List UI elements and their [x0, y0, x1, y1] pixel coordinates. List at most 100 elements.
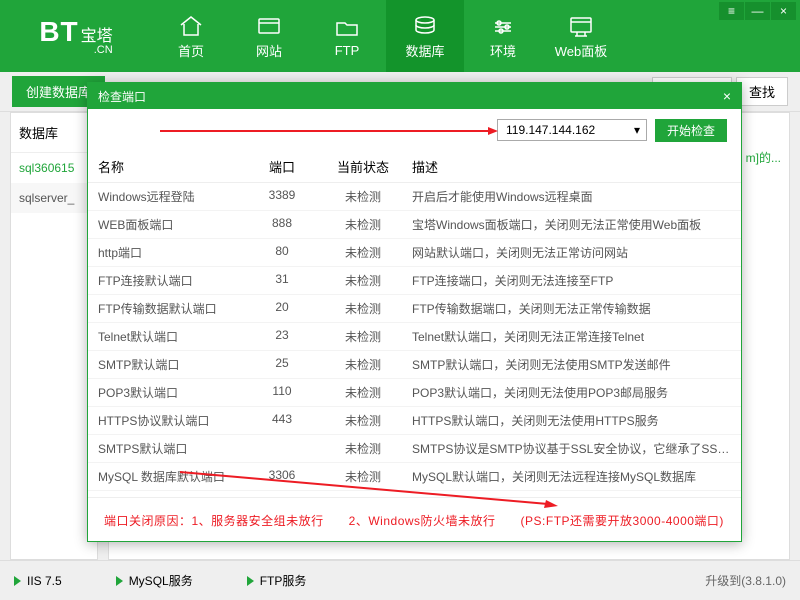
cell-status: 未检测	[318, 328, 408, 345]
home-icon	[177, 13, 205, 37]
cell-status: 未检测	[318, 272, 408, 289]
cell-name: FTP连接默认端口	[98, 272, 246, 289]
table-row: FTP连接默认端口31未检测FTP连接端口，关闭则无法连接至FTP	[88, 267, 741, 295]
logo: BT宝塔 .CN	[0, 0, 152, 72]
cell-port: 80	[246, 244, 318, 261]
nav-db[interactable]: 数据库	[386, 0, 464, 72]
service-indicator[interactable]: MySQL服务	[116, 572, 193, 589]
port-table: 名称 端口 当前状态 描述 Windows远程登陆3389未检测开启后才能使用W…	[88, 151, 741, 497]
cell-status: 未检测	[318, 440, 408, 457]
annotation-arrow-icon	[158, 127, 498, 139]
db-icon	[411, 13, 439, 37]
cell-port: 20	[246, 300, 318, 317]
col-port: 端口	[246, 157, 318, 176]
modal-titlebar[interactable]: 检查端口 ×	[88, 83, 741, 109]
web-icon	[567, 13, 595, 37]
table-row: http端口80未检测网站默认端口，关闭则无法正常访问网站	[88, 239, 741, 267]
cell-port: 31	[246, 272, 318, 289]
col-desc: 描述	[408, 157, 731, 176]
modal-close-icon[interactable]: ×	[723, 88, 731, 104]
service-label: MySQL服务	[129, 572, 193, 589]
cell-desc: SMTP默认端口，关闭则无法使用SMTP发送邮件	[408, 356, 731, 373]
play-icon	[247, 576, 254, 586]
table-row: HTTPS协议默认端口443未检测HTTPS默认端口，关闭则无法使用HTTPS服…	[88, 407, 741, 435]
service-label: IIS 7.5	[27, 574, 62, 588]
nav-site[interactable]: 网站	[230, 0, 308, 72]
statusbar: IIS 7.5 MySQL服务 FTP服务 升级到(3.8.1.0)	[0, 560, 800, 600]
footer-note: 端口关闭原因：1、服务器安全组未放行 2、Windows防火墙未放行 (PS:F…	[104, 512, 725, 529]
cell-status: 未检测	[318, 216, 408, 233]
table-row: SMTPS默认端口 未检测SMTPS协议是SMTP协议基于SSL安全协议，它继承了…	[88, 435, 741, 463]
cell-desc: 开启后才能使用Windows远程桌面	[408, 188, 731, 205]
cell-status: 未检测	[318, 300, 408, 317]
modal-toolbar: 119.147.144.162 ▾ 开始检查	[88, 109, 741, 151]
table-row: SMTP默认端口25未检测SMTP默认端口，关闭则无法使用SMTP发送邮件	[88, 351, 741, 379]
logo-main: BT	[39, 16, 78, 47]
modal-title-text: 检查端口	[98, 88, 146, 105]
ip-value: 119.147.144.162	[506, 123, 595, 137]
cell-name: POP3默认端口	[98, 384, 246, 401]
site-icon	[255, 13, 283, 37]
col-status: 当前状态	[318, 157, 408, 176]
cell-status: 未检测	[318, 356, 408, 373]
search-button[interactable]: 查找	[736, 77, 788, 106]
col-name: 名称	[98, 157, 246, 176]
cell-desc: 宝塔Windows面板端口，关闭则无法正常使用Web面板	[408, 216, 731, 233]
menu-button[interactable]: ≡	[718, 2, 744, 20]
play-icon	[116, 576, 123, 586]
sidebar-item[interactable]: sqlserver_	[11, 183, 97, 213]
cell-port	[246, 440, 318, 457]
nav-home[interactable]: 首页	[152, 0, 230, 72]
logo-sub: 宝塔	[81, 28, 113, 45]
sidebar-item[interactable]: sql360615	[11, 153, 97, 183]
service-indicator[interactable]: FTP服务	[247, 572, 307, 589]
cell-desc: FTP连接端口，关闭则无法连接至FTP	[408, 272, 731, 289]
cell-status: 未检测	[318, 384, 408, 401]
database-sidebar: 数据库 sql360615 sqlserver_	[10, 112, 98, 560]
table-row: FTP传输数据默认端口20未检测FTP传输数据端口，关闭则无法正常传输数据	[88, 295, 741, 323]
nav-label: FTP	[335, 43, 360, 58]
nav-web[interactable]: Web面板	[542, 0, 620, 72]
cell-status: 未检测	[318, 244, 408, 261]
titlebar: BT宝塔 .CN 首页 网站 FTP 数据库 环境Web面板 ≡ — ×	[0, 0, 800, 72]
port-check-modal: 检查端口 × 119.147.144.162 ▾ 开始检查 名称 端口 当前状态…	[87, 82, 742, 542]
close-button[interactable]: ×	[770, 2, 796, 20]
nav-ftp[interactable]: FTP	[308, 0, 386, 72]
table-header: 名称 端口 当前状态 描述	[88, 151, 741, 183]
service-indicator[interactable]: IIS 7.5	[14, 572, 62, 589]
cell-desc: 网站默认端口，关闭则无法正常访问网站	[408, 244, 731, 261]
version-text[interactable]: 升级到(3.8.1.0)	[705, 572, 786, 589]
cell-name: http端口	[98, 244, 246, 261]
sidebar-header: 数据库	[11, 113, 97, 153]
cell-name: FTP传输数据默认端口	[98, 300, 246, 317]
cell-status: 未检测	[318, 412, 408, 429]
cell-name: WEB面板端口	[98, 216, 246, 233]
ip-dropdown[interactable]: 119.147.144.162 ▾	[497, 119, 647, 141]
play-icon	[14, 576, 21, 586]
cell-status: 未检测	[318, 188, 408, 205]
minimize-button[interactable]: —	[744, 2, 770, 20]
annotation-arrow-icon	[178, 470, 558, 510]
env-icon	[489, 13, 517, 37]
cell-port: 3389	[246, 188, 318, 205]
cell-desc: Telnet默认端口，关闭则无法正常连接Telnet	[408, 328, 731, 345]
cell-desc: HTTPS默认端口，关闭则无法使用HTTPS服务	[408, 412, 731, 429]
truncated-link[interactable]: m]的...	[746, 149, 781, 166]
top-nav: 首页 网站 FTP 数据库 环境Web面板	[152, 0, 800, 72]
nav-label: 首页	[178, 41, 204, 60]
cell-name: SMTPS默认端口	[98, 440, 246, 457]
nav-env[interactable]: 环境	[464, 0, 542, 72]
cell-port: 888	[246, 216, 318, 233]
nav-label: 数据库	[405, 41, 444, 60]
table-row: WEB面板端口888未检测宝塔Windows面板端口，关闭则无法正常使用Web面…	[88, 211, 741, 239]
service-label: FTP服务	[260, 572, 307, 589]
cell-name: Telnet默认端口	[98, 328, 246, 345]
cell-name: SMTP默认端口	[98, 356, 246, 373]
start-check-button[interactable]: 开始检查	[655, 119, 727, 142]
table-row: Telnet默认端口23未检测Telnet默认端口，关闭则无法正常连接Telne…	[88, 323, 741, 351]
cell-port: 110	[246, 384, 318, 401]
table-row: Windows远程登陆3389未检测开启后才能使用Windows远程桌面	[88, 183, 741, 211]
cell-port: 25	[246, 356, 318, 373]
cell-desc: SMTPS协议是SMTP协议基于SSL安全协议，它继承了SSL...	[408, 440, 731, 457]
cell-name: Windows远程登陆	[98, 188, 246, 205]
